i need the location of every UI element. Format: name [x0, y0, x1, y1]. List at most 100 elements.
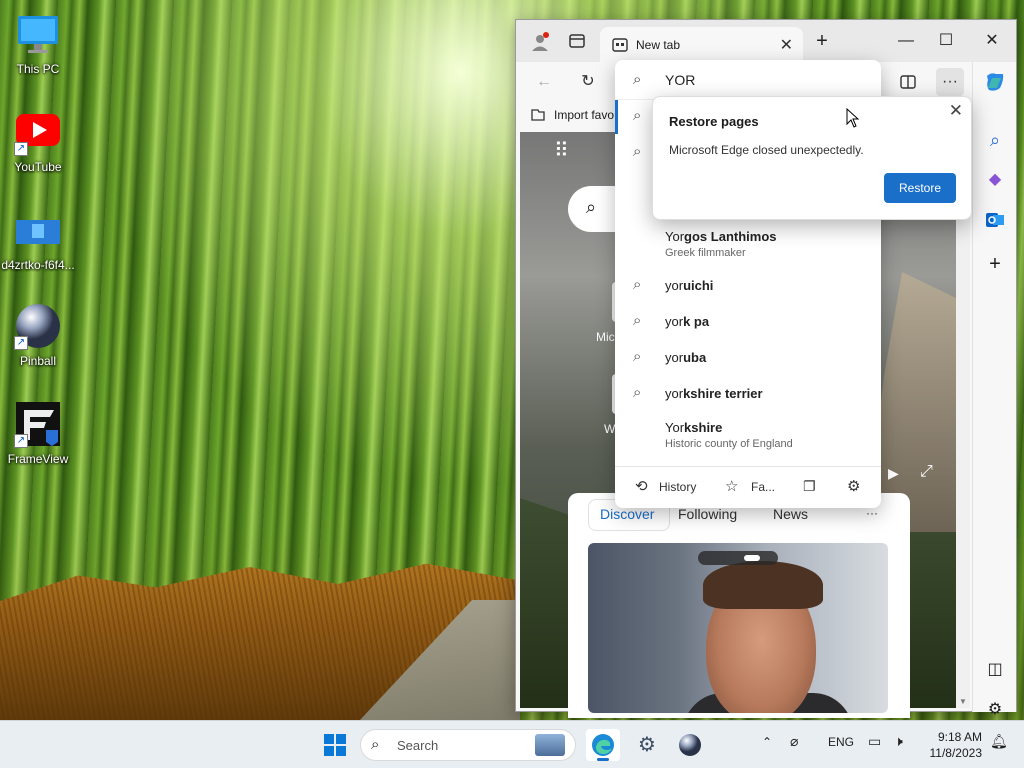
suggestion-text: Yorgos Lanthimos [665, 229, 777, 244]
installer-icon [14, 206, 62, 254]
taskbar-search[interactable]: ⌕ Search [360, 729, 576, 761]
suggestion-text: yoruba [665, 350, 707, 365]
taskbar-search-placeholder: Search [397, 738, 439, 753]
youtube-icon: ↗ [14, 108, 62, 156]
favorites-button[interactable]: Fa... [751, 480, 775, 494]
notification-bell-icon[interactable]: 🔔︎ [990, 733, 1008, 750]
edge-sidebar: ⌕ ◆ + ◫ ⚙ [972, 62, 1016, 718]
pinball-taskbar-icon[interactable] [673, 729, 707, 761]
clock-time: 9:18 AM [937, 730, 982, 744]
suggestion-item[interactable]: ⌕ yoruba [615, 341, 881, 375]
search-icon: ⌕ [633, 312, 642, 329]
network-icon[interactable]: ⌀ [790, 733, 798, 750]
clock[interactable]: 9:18 AM 11/8/2023 [922, 729, 983, 761]
desktop-icon-label: FrameView [7, 452, 69, 466]
volume-muted-icon[interactable]: 🕨 [894, 733, 903, 750]
scroll-down-icon[interactable]: ▼ [959, 697, 967, 706]
maximize-button[interactable]: ☐ [926, 27, 966, 55]
play-icon[interactable]: ▶ [888, 465, 899, 482]
new-tab-button[interactable]: + [802, 27, 842, 55]
suggestion-item[interactable]: Yorgos Lanthimos Greek filmmaker [615, 224, 881, 264]
edge-taskbar-icon[interactable] [586, 729, 620, 761]
tab-following[interactable]: Following [678, 506, 737, 522]
suggestion-text: yoruichi [665, 278, 714, 293]
taskbar: ⌕ Search ⚙ ⌃ ⌀ ENG ▭ 🕨 9:18 AM 11/8/2023… [0, 720, 1024, 768]
monitor-icon [14, 10, 62, 58]
feed-article-image[interactable] [588, 543, 888, 713]
add-sidebar-app-button[interactable]: + [981, 250, 1009, 278]
search-highlight-icon [535, 734, 565, 756]
restore-button[interactable]: Restore [884, 173, 956, 203]
desktop-icon-this-pc[interactable]: This PC [0, 10, 76, 76]
feed-more-button[interactable]: ··· [866, 506, 878, 520]
tab-news[interactable]: News [773, 506, 808, 522]
minimize-button[interactable]: — [886, 27, 926, 55]
carousel-active-dot [744, 555, 760, 561]
desktop-icon-label: YouTube [14, 160, 62, 174]
search-icon: ⌕ [633, 143, 642, 160]
import-favorites-link[interactable]: Import favo [554, 108, 614, 122]
display-icon[interactable]: ▭ [868, 733, 881, 750]
address-input[interactable]: YOR [665, 72, 695, 88]
collections-icon[interactable]: ❐ [803, 478, 816, 495]
shortcut-arrow-icon: ↗ [14, 142, 28, 156]
new-tab-page-icon [612, 37, 628, 56]
suggestion-subtitle: Historic county of England [665, 438, 793, 450]
settings-more-button[interactable]: ··· [936, 68, 964, 96]
suggestion-subtitle: Greek filmmaker [665, 247, 746, 259]
suggestion-text: Yorkshire [665, 420, 723, 435]
search-icon: ⌕ [633, 384, 642, 401]
copilot-icon[interactable] [981, 68, 1009, 96]
start-button[interactable] [318, 729, 352, 761]
desktop-icon-pinball[interactable]: ↗ Pinball [0, 302, 76, 368]
chevron-up-icon[interactable]: ⌃ [762, 735, 772, 749]
shortcut-arrow-icon: ↗ [14, 336, 28, 350]
search-icon: ⌕ [633, 107, 642, 124]
tab-strip: New tab ✕ + — ☐ ✕ [516, 20, 1016, 62]
restore-message: Microsoft Edge closed unexpectedly. [669, 143, 864, 157]
shortcut-arrow-icon: ↗ [14, 434, 28, 448]
refresh-button[interactable]: ↻ [574, 68, 602, 96]
suggestion-item[interactable]: ⌕ york pa [615, 305, 881, 339]
close-icon[interactable]: ✕ [949, 101, 963, 121]
mouse-cursor-icon [846, 107, 860, 131]
desktop-icon-youtube[interactable]: ↗ YouTube [0, 108, 76, 174]
language-indicator[interactable]: ENG [828, 735, 854, 749]
search-icon: ⌕ [371, 736, 380, 753]
history-button[interactable]: History [659, 480, 696, 494]
profile-icon[interactable] [530, 32, 550, 55]
restore-title: Restore pages [669, 114, 759, 129]
active-app-indicator [597, 758, 609, 761]
news-feed-panel: Discover Following News ··· [568, 493, 910, 718]
tab-close-icon[interactable]: ✕ [780, 35, 793, 55]
close-window-button[interactable]: ✕ [972, 27, 1012, 55]
tab-title: New tab [636, 38, 681, 52]
suggestion-item[interactable]: ⌕ yorkshire terrier [615, 377, 881, 411]
quick-link-label: Mic [596, 330, 615, 344]
apps-launcher-icon[interactable]: ⠿ [554, 138, 569, 163]
back-button[interactable]: ← [530, 68, 558, 96]
suggestion-item[interactable]: ⌕ yoruichi [615, 269, 881, 303]
search-icon[interactable]: ⌕ [981, 126, 1009, 154]
address-bar[interactable]: ⌕ YOR [615, 60, 881, 100]
tab-discover[interactable]: Discover [600, 506, 654, 522]
hide-sidebar-icon[interactable]: ◫ [981, 656, 1009, 684]
tab-actions-icon[interactable] [568, 32, 586, 53]
selected-indicator [615, 100, 618, 134]
gear-icon[interactable]: ⚙ [847, 477, 860, 495]
desktop-icon-installer[interactable]: d4zrtko-f6f4... [0, 206, 76, 272]
search-icon: ⌕ [633, 276, 642, 293]
desktop-icon-frameview[interactable]: ↗ FrameView [0, 400, 76, 466]
shopping-icon[interactable]: ◆ [981, 166, 1009, 194]
suggestion-text: yorkshire terrier [665, 386, 763, 401]
fullscreen-icon[interactable]: ⤢ [920, 463, 933, 481]
dropdown-footer: ⟲ History ☆ Fa... ❐ ⚙ [615, 466, 881, 508]
outlook-icon[interactable] [981, 206, 1009, 234]
suggestion-item[interactable]: Yorkshire Historic county of England [615, 415, 881, 455]
carousel-indicator[interactable] [698, 551, 778, 565]
tab-new-tab[interactable]: New tab ✕ [600, 27, 803, 62]
split-screen-icon[interactable] [894, 68, 922, 96]
settings-taskbar-icon[interactable]: ⚙ [630, 729, 664, 761]
search-icon: ⌕ [633, 348, 642, 365]
desktop-icon-label: This PC [16, 62, 60, 76]
